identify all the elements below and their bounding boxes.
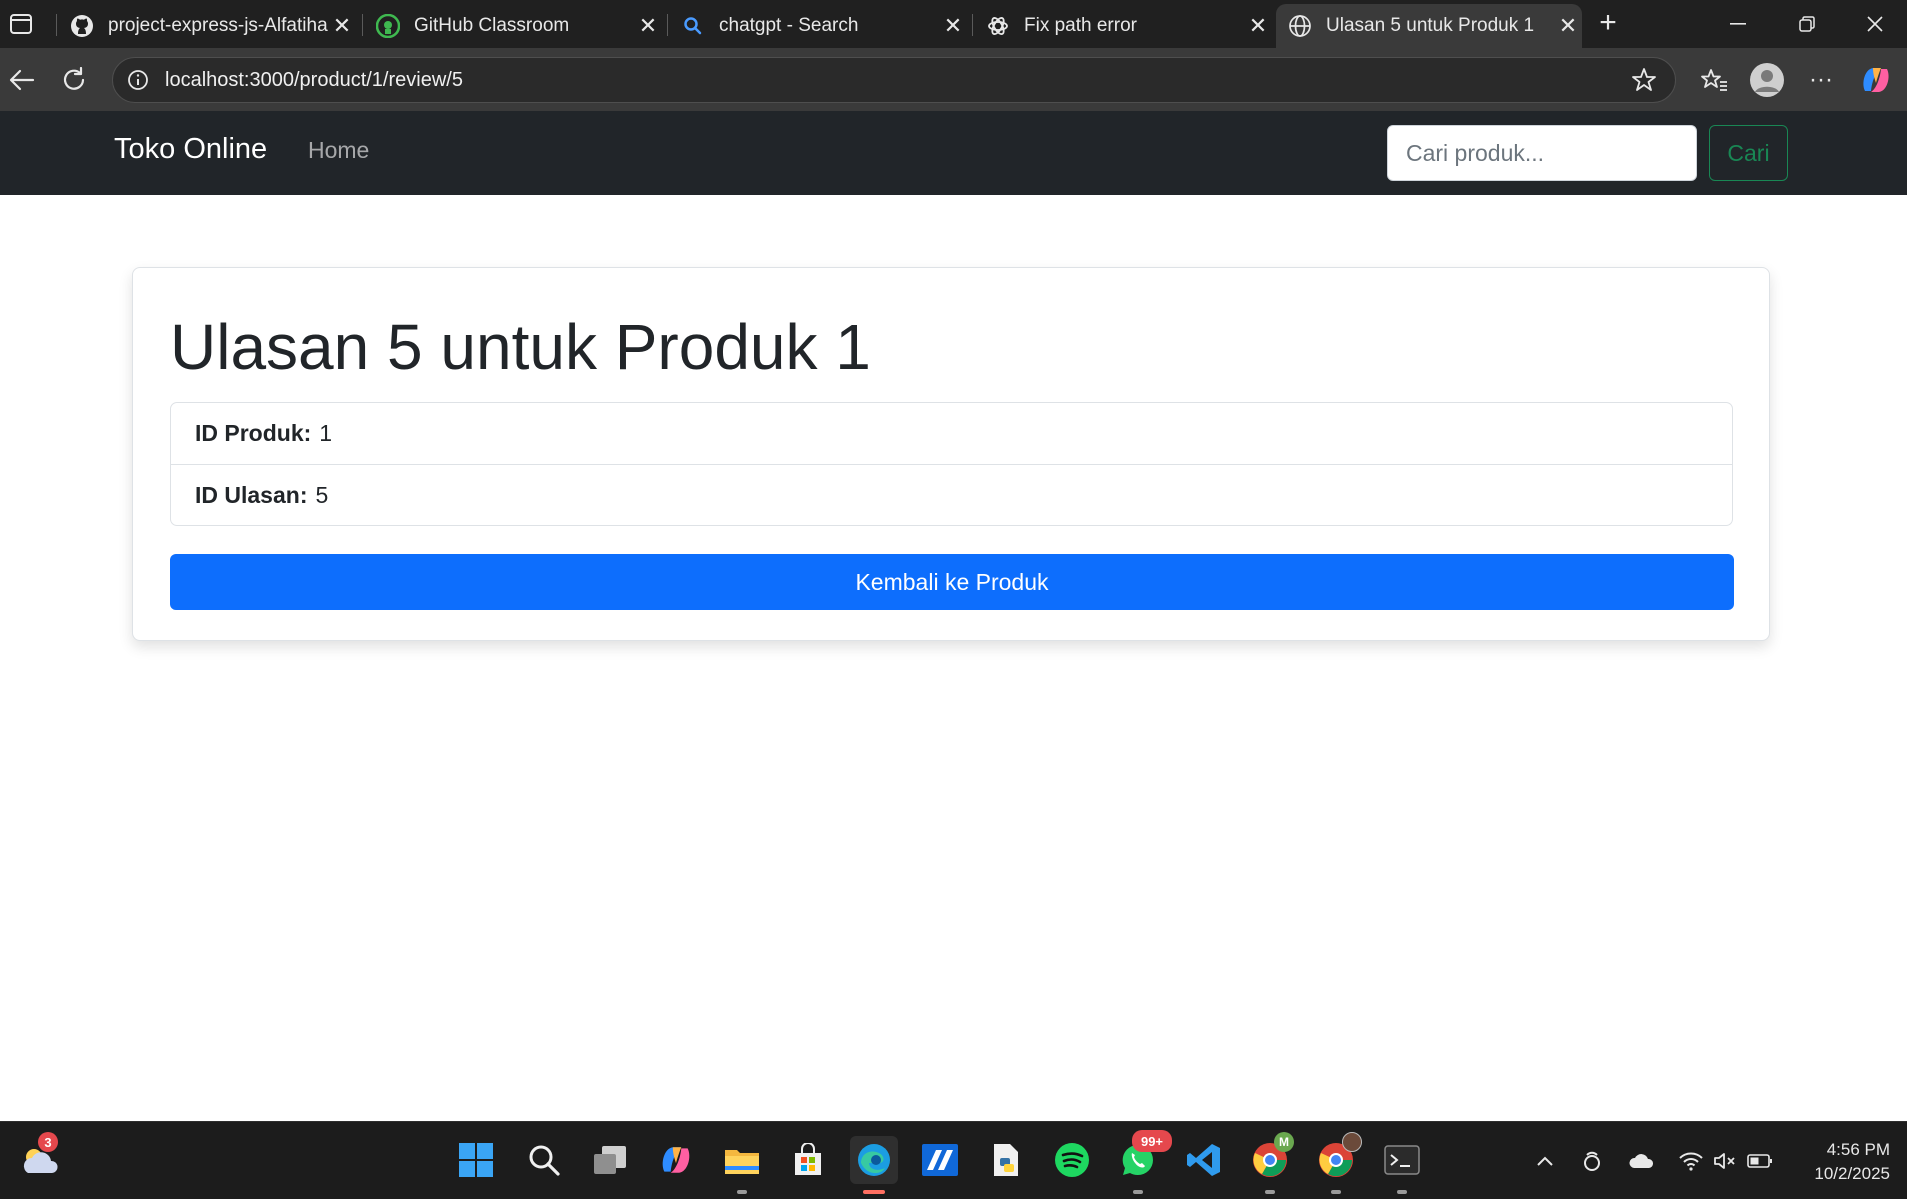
clock-date: 10/2/2025 [1814, 1164, 1890, 1183]
tab-separator [667, 14, 668, 36]
tab-chatgpt-search[interactable]: chatgpt - Search ✕ [669, 4, 967, 48]
list-item-product-id: ID Produk: 1 [171, 403, 1732, 464]
profile-avatar-icon[interactable] [1747, 60, 1787, 100]
refresh-icon[interactable] [56, 62, 92, 98]
edge-browser-icon[interactable] [850, 1136, 898, 1194]
running-indicator [1133, 1190, 1143, 1194]
running-indicator [1265, 1190, 1275, 1194]
whatsapp-badge: 99+ [1132, 1130, 1172, 1152]
python-file-icon[interactable] [982, 1136, 1030, 1184]
tab-title: chatgpt - Search [719, 15, 859, 36]
sync-icon[interactable] [1577, 1146, 1607, 1176]
vscode-icon[interactable] [1180, 1136, 1228, 1184]
taskbar-search-icon[interactable] [520, 1136, 568, 1184]
task-view-icon[interactable] [586, 1136, 634, 1184]
tab-title: Ulasan 5 untuk Produk 1 [1326, 15, 1535, 36]
whatsapp-icon[interactable]: 99+ [1114, 1130, 1172, 1194]
detail-label: ID Ulasan: [195, 481, 308, 508]
tab-strip: project-express-js-Alfatihah ✕ GitHub Cl… [0, 0, 1907, 48]
tab-title: project-express-js-Alfatihah [108, 15, 328, 36]
tab-separator [56, 14, 57, 36]
file-explorer-icon[interactable] [718, 1136, 766, 1194]
page-title: Ulasan 5 untuk Produk 1 [170, 311, 871, 383]
detail-label: ID Produk: [195, 420, 312, 446]
tab-project-express[interactable]: project-express-js-Alfatihah ✕ [58, 4, 356, 48]
review-card: Ulasan 5 untuk Produk 1 ID Produk: 1 ID … [132, 267, 1770, 641]
favorites-icon[interactable] [1694, 60, 1734, 100]
list-item-review-id: ID Ulasan: 5 [171, 464, 1732, 525]
search-button[interactable]: Cari [1709, 125, 1788, 181]
more-options-icon[interactable]: ··· [1801, 60, 1841, 100]
favorite-star-icon[interactable] [1627, 63, 1661, 97]
tab-actions-icon[interactable] [6, 10, 36, 38]
site-navbar: Toko Online Home Cari [0, 111, 1907, 195]
chatgpt-icon [986, 14, 1010, 38]
close-icon[interactable]: ✕ [328, 12, 356, 40]
weather-icon[interactable]: 3 [16, 1132, 64, 1184]
terminal-icon[interactable] [1378, 1136, 1426, 1194]
detail-value: 5 [315, 481, 329, 508]
windows-taskbar: 3 99+ M 4:56 PM 10/2/2025 [0, 1121, 1907, 1199]
browser-toolbar: localhost:3000/product/1/review/5 ··· [0, 48, 1907, 111]
tab-ulasan-active[interactable]: Ulasan 5 untuk Produk 1 ✕ [1276, 4, 1582, 48]
start-windows-icon[interactable] [452, 1136, 500, 1184]
show-hidden-icons-icon[interactable] [1530, 1146, 1560, 1176]
close-icon[interactable]: ✕ [1554, 12, 1582, 40]
site-info-icon[interactable] [125, 67, 151, 93]
active-app-indicator [863, 1190, 885, 1194]
tab-title: Fix path error [1024, 15, 1137, 36]
running-indicator [1331, 1190, 1341, 1194]
new-tab-icon[interactable]: + [1592, 8, 1624, 38]
url-text[interactable]: localhost:3000/product/1/review/5 [165, 69, 1627, 92]
review-details-list: ID Produk: 1 ID Ulasan: 5 [170, 402, 1733, 526]
microsoft-store-icon[interactable] [784, 1136, 832, 1184]
wifi-icon[interactable] [1676, 1146, 1706, 1176]
volume-muted-icon[interactable] [1710, 1146, 1740, 1176]
battery-icon[interactable] [1745, 1146, 1775, 1176]
mongodb-compass-icon[interactable] [916, 1136, 964, 1184]
restore-icon[interactable] [1783, 8, 1831, 40]
back-arrow-icon[interactable] [4, 62, 40, 98]
close-icon[interactable]: ✕ [1244, 12, 1272, 40]
system-clock[interactable]: 4:56 PM 10/2/2025 [1790, 1138, 1890, 1186]
brand-link[interactable]: Toko Online [114, 133, 267, 166]
tab-fix-path-error[interactable]: Fix path error ✕ [974, 4, 1272, 48]
tab-github-classroom[interactable]: GitHub Classroom ✕ [364, 4, 662, 48]
profile-avatar-icon [1342, 1132, 1362, 1152]
chrome-profile-letter: M [1274, 1132, 1294, 1152]
close-icon[interactable]: ✕ [634, 12, 662, 40]
tab-separator [972, 14, 973, 36]
address-bar[interactable]: localhost:3000/product/1/review/5 [112, 57, 1676, 103]
back-to-product-button[interactable]: Kembali ke Produk [170, 554, 1734, 610]
spotify-icon[interactable] [1048, 1136, 1096, 1184]
close-window-icon[interactable] [1851, 8, 1899, 40]
github-classroom-icon [376, 14, 400, 38]
page-viewport: Toko Online Home Cari Ulasan 5 untuk Pro… [0, 111, 1907, 1121]
tab-separator [362, 14, 363, 36]
close-icon[interactable]: ✕ [939, 12, 967, 40]
onedrive-cloud-icon[interactable] [1627, 1146, 1657, 1176]
globe-icon [1288, 14, 1312, 38]
copilot-icon[interactable] [1856, 60, 1896, 100]
detail-value: 1 [319, 420, 333, 446]
chrome-second-profile-icon[interactable] [1312, 1132, 1362, 1194]
github-icon [70, 14, 94, 38]
weather-badge: 3 [38, 1132, 58, 1152]
search-input[interactable] [1387, 125, 1697, 181]
tab-title: GitHub Classroom [414, 15, 570, 36]
running-indicator [737, 1190, 747, 1194]
running-indicator [1397, 1190, 1407, 1194]
minimize-icon[interactable] [1714, 8, 1762, 40]
nav-home-link[interactable]: Home [308, 137, 369, 164]
copilot-app-icon[interactable] [652, 1136, 700, 1184]
clock-time: 4:56 PM [1826, 1140, 1890, 1159]
chrome-profile-icon[interactable]: M [1246, 1132, 1294, 1194]
search-icon [681, 14, 705, 38]
